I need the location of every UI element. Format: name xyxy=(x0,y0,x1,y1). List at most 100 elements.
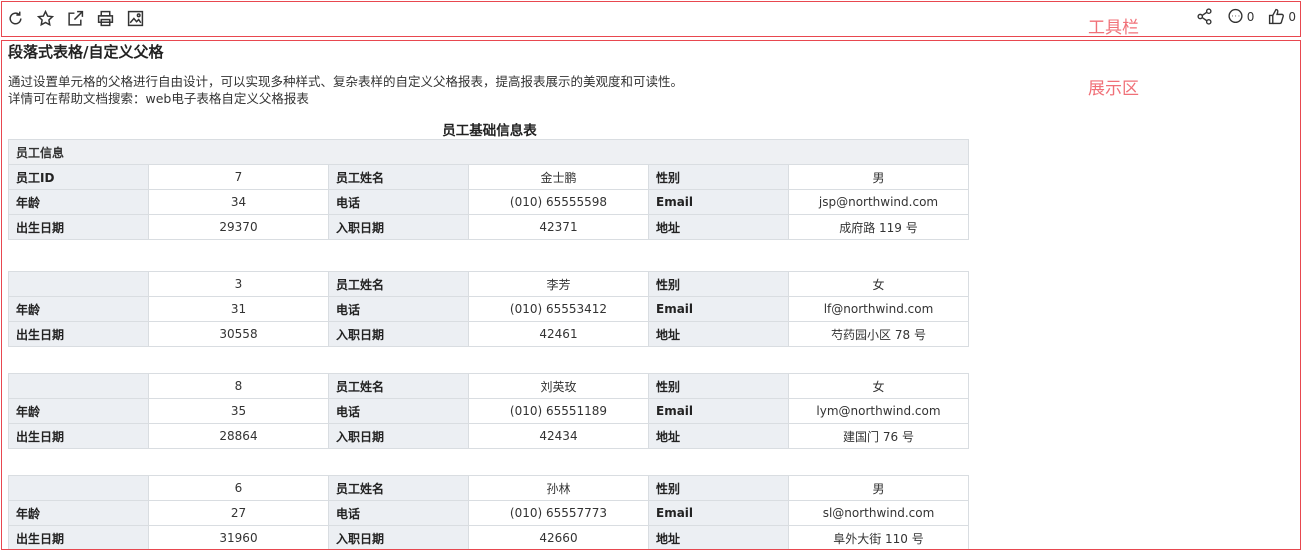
thumbs-up-icon xyxy=(1269,8,1285,25)
field-value: (010) 65557773 xyxy=(468,500,649,526)
field-label xyxy=(8,271,149,297)
field-label: 年龄 xyxy=(8,500,149,526)
field-value: 42371 xyxy=(468,214,649,240)
employee-block: 8 员工姓名 刘英玫 性别 女 年龄 35 电话 (010) 65551189 … xyxy=(8,373,969,449)
page-title: 段落式表格/自定义父格 xyxy=(8,43,164,61)
field-label: Email xyxy=(648,189,789,215)
field-value: 男 xyxy=(788,475,969,501)
print-icon[interactable] xyxy=(95,8,116,29)
description-line: 通过设置单元格的父格进行自由设计，可以实现多种样式、复杂表样的自定义父格报表，提… xyxy=(8,74,684,89)
field-label: 电话 xyxy=(328,296,469,322)
toolbar-left-actions xyxy=(5,8,146,29)
comment-icon xyxy=(1228,8,1243,24)
field-value: 29370 xyxy=(148,214,329,240)
field-value: 3 xyxy=(148,271,329,297)
field-value: 27 xyxy=(148,500,329,526)
employee-block: 员工信息 员工ID 7 员工姓名 金士鹏 性别 男 年龄 34 电话 (010)… xyxy=(8,139,969,240)
table-row: 6 员工姓名 孙林 性别 男 xyxy=(8,475,969,501)
image-export-icon[interactable] xyxy=(125,8,146,29)
section-header: 员工信息 xyxy=(8,139,969,165)
field-value: lym@northwind.com xyxy=(788,398,969,424)
table-row: 出生日期 30558 入职日期 42461 地址 芍药园小区 78 号 xyxy=(8,321,969,347)
field-value: 建国门 76 号 xyxy=(788,423,969,449)
field-value: 42660 xyxy=(468,525,649,549)
comment-button[interactable]: 0 xyxy=(1227,8,1255,25)
share-button[interactable] xyxy=(1196,8,1213,25)
field-value: 42461 xyxy=(468,321,649,347)
table-row: 8 员工姓名 刘英玫 性别 女 xyxy=(8,373,969,399)
field-value: 6 xyxy=(148,475,329,501)
field-value: 31 xyxy=(148,296,329,322)
field-label: 入职日期 xyxy=(328,214,469,240)
field-value: jsp@northwind.com xyxy=(788,189,969,215)
field-value: sl@northwind.com xyxy=(788,500,969,526)
page-description: 通过设置单元格的父格进行自由设计，可以实现多种样式、复杂表样的自定义父格报表，提… xyxy=(8,73,683,107)
table-row: 出生日期 31960 入职日期 42660 地址 阜外大街 110 号 xyxy=(8,525,969,549)
field-label: 员工姓名 xyxy=(328,271,469,297)
field-value: 8 xyxy=(148,373,329,399)
field-label: 年龄 xyxy=(8,296,149,322)
field-label: 电话 xyxy=(328,398,469,424)
field-label: 出生日期 xyxy=(8,214,149,240)
field-label: 地址 xyxy=(648,423,789,449)
field-label xyxy=(8,475,149,501)
toolbar-annotation: 工具栏 xyxy=(1088,18,1139,38)
toolbar: 工具栏 0 0 xyxy=(1,1,1301,38)
field-label: 入职日期 xyxy=(328,525,469,549)
field-value: 7 xyxy=(148,164,329,190)
display-area: 展示区 段落式表格/自定义父格 通过设置单元格的父格进行自由设计，可以实现多种样… xyxy=(1,40,1301,550)
employee-block: 3 员工姓名 李芳 性别 女 年龄 31 电话 (010) 65553412 E… xyxy=(8,271,969,347)
field-label: 年龄 xyxy=(8,398,149,424)
star-icon[interactable] xyxy=(35,8,56,29)
field-label: 出生日期 xyxy=(8,525,149,549)
field-label: 性别 xyxy=(648,373,789,399)
field-label: Email xyxy=(648,296,789,322)
share-icon xyxy=(1197,8,1212,25)
field-label: 员工姓名 xyxy=(328,164,469,190)
refresh-icon[interactable] xyxy=(5,8,26,29)
field-value: 31960 xyxy=(148,525,329,549)
field-label: 电话 xyxy=(328,500,469,526)
field-label: 入职日期 xyxy=(328,321,469,347)
comment-count: 0 xyxy=(1246,9,1255,24)
field-value: 女 xyxy=(788,373,969,399)
field-value: (010) 65555598 xyxy=(468,189,649,215)
field-label: 地址 xyxy=(648,525,789,549)
like-button[interactable]: 0 xyxy=(1268,8,1296,25)
field-value: 30558 xyxy=(148,321,329,347)
field-value: 成府路 119 号 xyxy=(788,214,969,240)
field-label: 地址 xyxy=(648,321,789,347)
field-label: 出生日期 xyxy=(8,423,149,449)
field-value: 孙林 xyxy=(468,475,649,501)
field-value: 金士鹏 xyxy=(468,164,649,190)
field-value: 男 xyxy=(788,164,969,190)
table-row: 年龄 35 电话 (010) 65551189 Email lym@northw… xyxy=(8,398,969,424)
display-annotation: 展示区 xyxy=(1088,79,1139,99)
field-value: 芍药园小区 78 号 xyxy=(788,321,969,347)
field-value: 28864 xyxy=(148,423,329,449)
field-label: 年龄 xyxy=(8,189,149,215)
field-label: 性别 xyxy=(648,271,789,297)
field-value: 35 xyxy=(148,398,329,424)
table-row: 年龄 34 电话 (010) 65555598 Email jsp@northw… xyxy=(8,189,969,215)
external-link-icon[interactable] xyxy=(65,8,86,29)
field-label: 入职日期 xyxy=(328,423,469,449)
field-label xyxy=(8,373,149,399)
field-value: 阜外大街 110 号 xyxy=(788,525,969,549)
table-row: 3 员工姓名 李芳 性别 女 xyxy=(8,271,969,297)
field-value: 42434 xyxy=(468,423,649,449)
table-row: 年龄 31 电话 (010) 65553412 Email lf@northwi… xyxy=(8,296,969,322)
table-row: 出生日期 29370 入职日期 42371 地址 成府路 119 号 xyxy=(8,214,969,240)
toolbar-right-actions: 0 0 xyxy=(1196,8,1296,25)
field-value: lf@northwind.com xyxy=(788,296,969,322)
field-value: 34 xyxy=(148,189,329,215)
report-title: 员工基础信息表 xyxy=(442,123,537,139)
field-label: 地址 xyxy=(648,214,789,240)
field-label: 出生日期 xyxy=(8,321,149,347)
field-value: 女 xyxy=(788,271,969,297)
field-label: 性别 xyxy=(648,164,789,190)
field-value: (010) 65551189 xyxy=(468,398,649,424)
field-value: (010) 65553412 xyxy=(468,296,649,322)
field-label: 员工姓名 xyxy=(328,475,469,501)
field-label: 员工姓名 xyxy=(328,373,469,399)
